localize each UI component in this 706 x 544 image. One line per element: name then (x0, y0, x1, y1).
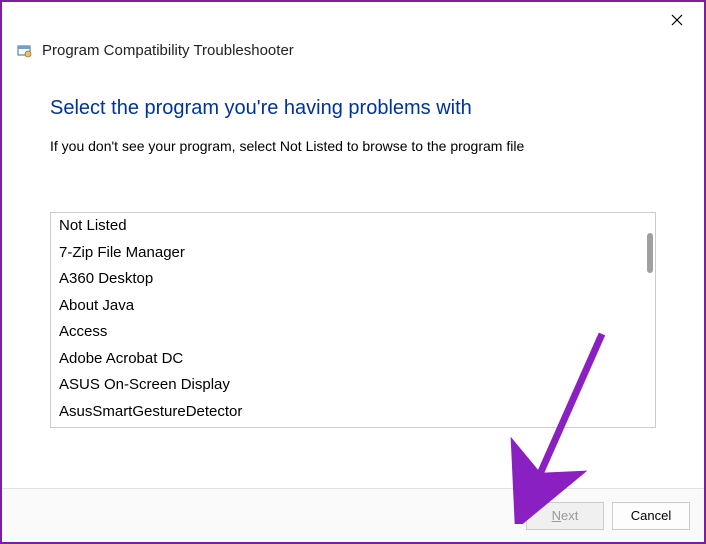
listbox-inner: Not Listed 7-Zip File Manager A360 Deskt… (51, 213, 655, 427)
list-item[interactable]: Not Listed (51, 213, 655, 240)
next-mnemonic: N (552, 508, 561, 523)
next-rest: ext (561, 508, 578, 523)
troubleshooter-window: Program Compatibility Troubleshooter Sel… (0, 0, 706, 544)
list-item[interactable]: Attach Digital Signatures (51, 425, 655, 427)
list-item[interactable]: ASUS On-Screen Display (51, 372, 655, 399)
instruction-heading: Select the program you're having problem… (50, 97, 656, 120)
scrollbar-thumb[interactable] (647, 233, 653, 273)
list-item[interactable]: Adobe Acrobat DC (51, 346, 655, 373)
close-button[interactable] (662, 8, 692, 32)
list-item[interactable]: AsusSmartGestureDetector (51, 399, 655, 426)
list-item[interactable]: A360 Desktop (51, 266, 655, 293)
program-listbox[interactable]: Not Listed 7-Zip File Manager A360 Deskt… (50, 212, 656, 428)
footer-bar: Next Cancel (2, 488, 704, 542)
content-area: Select the program you're having problem… (2, 69, 704, 488)
header-row: Program Compatibility Troubleshooter (2, 38, 704, 69)
list-item[interactable]: Access (51, 319, 655, 346)
list-item[interactable]: 7-Zip File Manager (51, 240, 655, 267)
instruction-subtext: If you don't see your program, select No… (50, 138, 656, 154)
close-icon (671, 14, 683, 26)
next-button: Next (526, 502, 604, 530)
page-title: Program Compatibility Troubleshooter (42, 42, 294, 59)
cancel-button[interactable]: Cancel (612, 502, 690, 530)
titlebar (2, 2, 704, 38)
troubleshooter-icon (16, 43, 32, 59)
list-item[interactable]: About Java (51, 293, 655, 320)
scrollbar-track[interactable] (643, 215, 653, 425)
